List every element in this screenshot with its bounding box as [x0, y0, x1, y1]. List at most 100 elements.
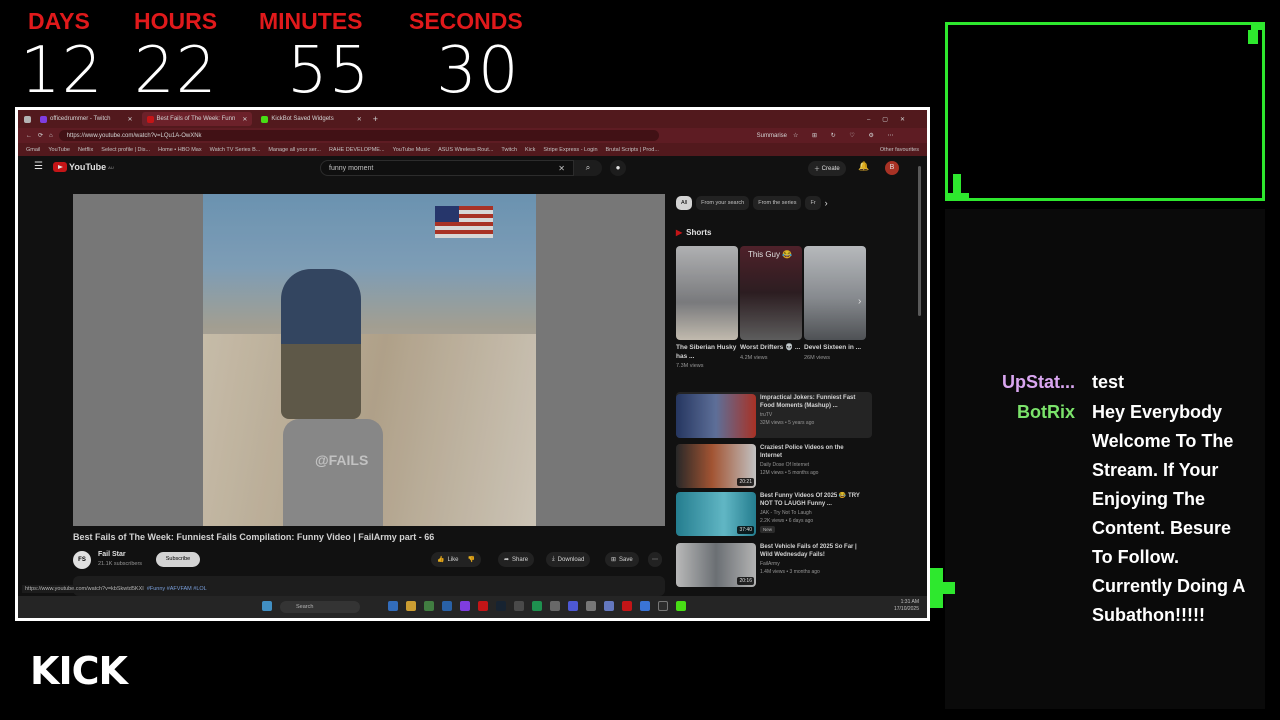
new-tab-button[interactable]: +	[373, 114, 378, 124]
bookmark-item[interactable]: Brutal Scripts | Prod...	[606, 147, 659, 153]
save-icon: ⊞	[611, 557, 617, 563]
recommended-video[interactable]: 20:21 Craziest Police Videos on the Inte…	[676, 442, 872, 488]
download-button[interactable]: ⤓ Download	[546, 552, 591, 567]
bookmark-item[interactable]: YouTube Music	[393, 147, 431, 153]
home-icon[interactable]: ⌂	[49, 133, 53, 139]
recommended-video[interactable]: Impractical Jokers: Funniest Fast Food M…	[676, 392, 872, 438]
bookmark-item[interactable]: Select profile | Dis...	[101, 147, 150, 153]
save-label: Save	[619, 556, 633, 563]
short-views: 7.3M views	[676, 363, 704, 369]
search-button[interactable]: ⌕	[574, 160, 602, 176]
chevron-right-icon[interactable]: ›	[825, 196, 828, 210]
youtube-header: ☰ YouTube AU funny moment ✕ ⌕ ● ＋ Create 🔔…	[18, 156, 927, 180]
chip-more[interactable]: Fr	[805, 196, 821, 210]
chat-text: Hey Everybody Welcome To The Stream. If …	[1092, 402, 1245, 625]
notifications-bell-icon[interactable]: 🔔	[858, 161, 869, 172]
share-button[interactable]: ➦ Share	[498, 552, 535, 567]
start-icon[interactable]	[262, 601, 272, 611]
tab-close-icon[interactable]: ✕	[127, 116, 132, 123]
filter-chips: All From your search From the series Fr …	[676, 196, 828, 210]
bookmark-item[interactable]: Netflix	[78, 147, 93, 153]
window-controls[interactable]: –▢✕	[867, 116, 917, 123]
save-button[interactable]: ⊞ Save	[605, 552, 639, 567]
edge-icon[interactable]	[388, 601, 398, 611]
video-thumbnail: 20:21	[676, 444, 756, 488]
app-icon[interactable]	[532, 601, 542, 611]
app-icon[interactable]	[622, 601, 632, 611]
app-icon[interactable]	[478, 601, 488, 611]
search-input[interactable]: funny moment ✕	[320, 160, 574, 176]
youtube-logo[interactable]: YouTube AU	[53, 162, 114, 172]
voice-search-button[interactable]: ●	[610, 160, 626, 176]
app-icon[interactable]	[424, 601, 434, 611]
screen-capture: officedrummer - Twitch ✕ Best Fails of Th…	[15, 107, 930, 621]
system-tray[interactable]: 1:31 AM 17/10/2025	[894, 599, 919, 613]
explorer-icon[interactable]	[406, 601, 416, 611]
video-frame: @FAILS	[203, 194, 536, 526]
tab-kickbot[interactable]: KickBot Saved Widgets ✕	[256, 112, 366, 126]
tab-label: officedrummer - Twitch	[50, 116, 111, 122]
url-field[interactable]: https://www.youtube.com/watch?v=LQu1A-Ow…	[58, 130, 659, 141]
bookmark-item[interactable]: RAHE DEVELOPME...	[329, 147, 385, 153]
tab-close-icon[interactable]: ✕	[242, 116, 247, 123]
short-views: 4.2M views	[740, 354, 768, 361]
tab-twitch[interactable]: officedrummer - Twitch ✕	[35, 112, 138, 126]
chrome-icon[interactable]	[640, 601, 650, 611]
app-icon[interactable]	[676, 601, 686, 611]
short-item[interactable]: The Siberian Husky has ... 7.3M views	[676, 246, 738, 369]
refresh-icon[interactable]: ⟳	[38, 132, 43, 139]
tab-youtube[interactable]: Best Fails of The Week: Funn ✕	[141, 112, 253, 126]
bookmark-item[interactable]: Kick	[525, 147, 535, 153]
bookmark-item[interactable]: Stripe Express - Login	[543, 147, 597, 153]
app-icon[interactable]	[658, 601, 668, 611]
clear-search-icon[interactable]: ✕	[558, 164, 565, 173]
bookmark-item[interactable]: ASUS Wireless Rout...	[438, 147, 493, 153]
chip-from-search[interactable]: From your search	[696, 196, 750, 210]
recommended-video[interactable]: 37:40 Best Funny Videos Of 2025 😂 TRY NO…	[676, 490, 872, 536]
channel-name[interactable]: Fail Star	[98, 551, 126, 558]
bookmark-item[interactable]: Watch TV Series B...	[210, 147, 261, 153]
create-button[interactable]: ＋ Create	[808, 161, 846, 176]
tab-label: Best Fails of The Week: Funn	[156, 116, 236, 122]
chip-from-series[interactable]: From the series	[753, 196, 802, 210]
like-button[interactable]: 👍 Like 👎	[431, 552, 481, 567]
search-icon: ⌕	[585, 163, 591, 172]
short-item[interactable]: This Guy 😂 Worst Drifters 💀 ... 4.2M vie…	[740, 246, 802, 361]
summarise-button[interactable]: Summarise	[757, 133, 787, 139]
more-actions-button[interactable]: ⋯	[648, 552, 662, 567]
app-icon[interactable]	[514, 601, 524, 611]
bookmark-item[interactable]: Twitch	[501, 147, 517, 153]
account-avatar[interactable]: B	[885, 161, 899, 175]
short-item[interactable]: Devel Sixteen in ... 26M views	[804, 246, 866, 361]
channel-avatar[interactable]: FS	[73, 551, 91, 569]
page-scrollbar[interactable]	[918, 166, 921, 316]
short-title: The Siberian Husky has ...	[676, 344, 737, 360]
tray-date: 17/10/2025	[893, 606, 919, 612]
subscribe-button[interactable]: Subscribe	[156, 552, 200, 567]
video-player[interactable]: @FAILS	[73, 194, 665, 526]
app-icon[interactable]	[586, 601, 596, 611]
thumbs-down-icon[interactable]: 👎	[468, 556, 475, 563]
discord-icon[interactable]	[568, 601, 578, 611]
taskbar-search[interactable]: Search	[280, 601, 360, 613]
chip-all[interactable]: All	[676, 196, 693, 210]
hamburger-menu-icon[interactable]: ☰	[34, 161, 43, 172]
tab-close-icon[interactable]: ✕	[357, 116, 362, 123]
app-icon[interactable]	[604, 601, 614, 611]
extensions-icons[interactable]: ☆ ⊞ ↻ ♡ ⚙ ⋯	[793, 132, 900, 139]
seconds-value: 30	[436, 34, 520, 108]
recommended-video[interactable]: 20:16 Best Vehicle Fails of 2025 So Far …	[676, 541, 872, 587]
video-title: Best Vehicle Fails of 2025 So Far | Wild…	[760, 544, 857, 558]
window-menu-icon[interactable]	[24, 115, 31, 123]
bookmark-item[interactable]: Manage all your ser...	[268, 147, 321, 153]
other-favourites[interactable]: Other favourites	[879, 146, 919, 153]
steam-icon[interactable]	[496, 601, 506, 611]
app-icon[interactable]	[550, 601, 560, 611]
back-icon[interactable]: ←	[26, 133, 32, 139]
bookmark-item[interactable]: Home • HBO Max	[158, 147, 202, 153]
app-icon[interactable]	[460, 601, 470, 611]
bookmark-item[interactable]: YouTube	[48, 147, 70, 153]
shorts-next-icon[interactable]: ›	[858, 296, 861, 307]
app-icon[interactable]	[442, 601, 452, 611]
bookmark-item[interactable]: Gmail	[26, 147, 40, 153]
